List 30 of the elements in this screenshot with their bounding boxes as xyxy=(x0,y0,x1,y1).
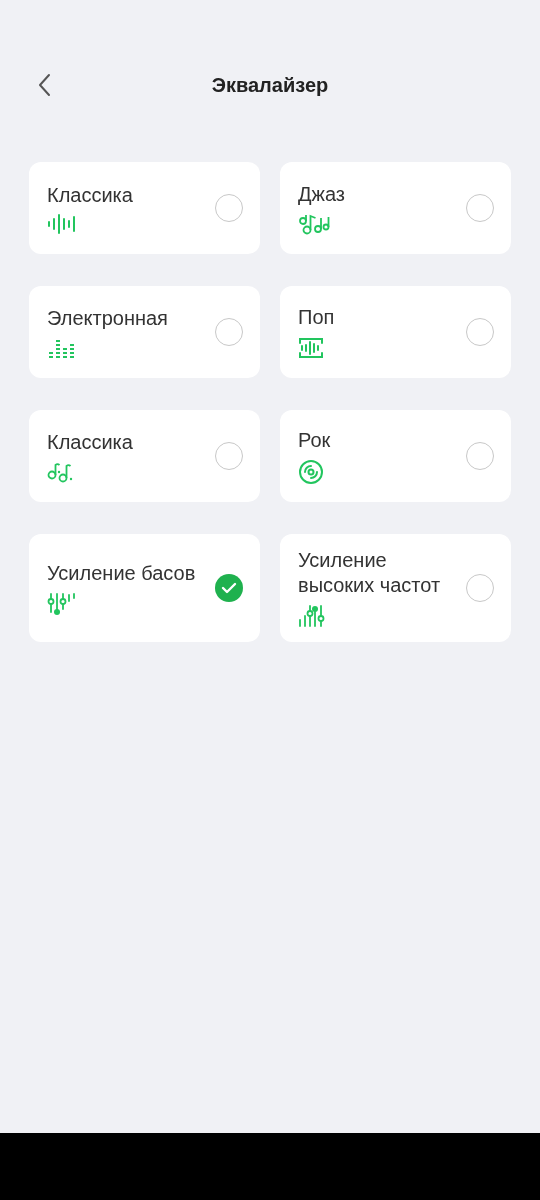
preset-label: Электронная xyxy=(47,305,168,331)
preset-label: Джаз xyxy=(298,181,345,207)
preset-card[interactable]: Джаз xyxy=(280,162,511,254)
radio-button[interactable] xyxy=(215,318,243,346)
preset-label: Усиление басов xyxy=(47,560,196,586)
preset-label: Классика xyxy=(47,182,133,208)
music-notes-icon xyxy=(298,212,330,235)
voice-frame-icon xyxy=(298,335,324,360)
radio-button[interactable] xyxy=(466,318,494,346)
check-icon xyxy=(221,582,237,594)
preset-label: Рок xyxy=(298,427,331,453)
preset-card[interactable]: Поп xyxy=(280,286,511,378)
disc-icon xyxy=(298,458,324,485)
preset-card[interactable]: Рок xyxy=(280,410,511,502)
preset-label: Классика xyxy=(47,429,133,455)
screen-title: Эквалайзер xyxy=(211,73,329,98)
back-icon xyxy=(37,73,51,97)
radio-button[interactable] xyxy=(215,194,243,222)
preset-card[interactable]: Усиление басов xyxy=(29,534,260,642)
preset-card[interactable]: Классика xyxy=(29,162,260,254)
preset-card[interactable]: Усиление высоких частот xyxy=(280,534,511,642)
radio-button[interactable] xyxy=(466,194,494,222)
preset-card[interactable]: Классика xyxy=(29,410,260,502)
radio-button[interactable] xyxy=(215,574,243,602)
preset-card[interactable]: Электронная xyxy=(29,286,260,378)
radio-button[interactable] xyxy=(466,442,494,470)
radio-button[interactable] xyxy=(466,574,494,602)
preset-label: Поп xyxy=(298,304,335,330)
preset-label: Усиление высоких частот xyxy=(298,548,442,598)
radio-button[interactable] xyxy=(215,442,243,470)
